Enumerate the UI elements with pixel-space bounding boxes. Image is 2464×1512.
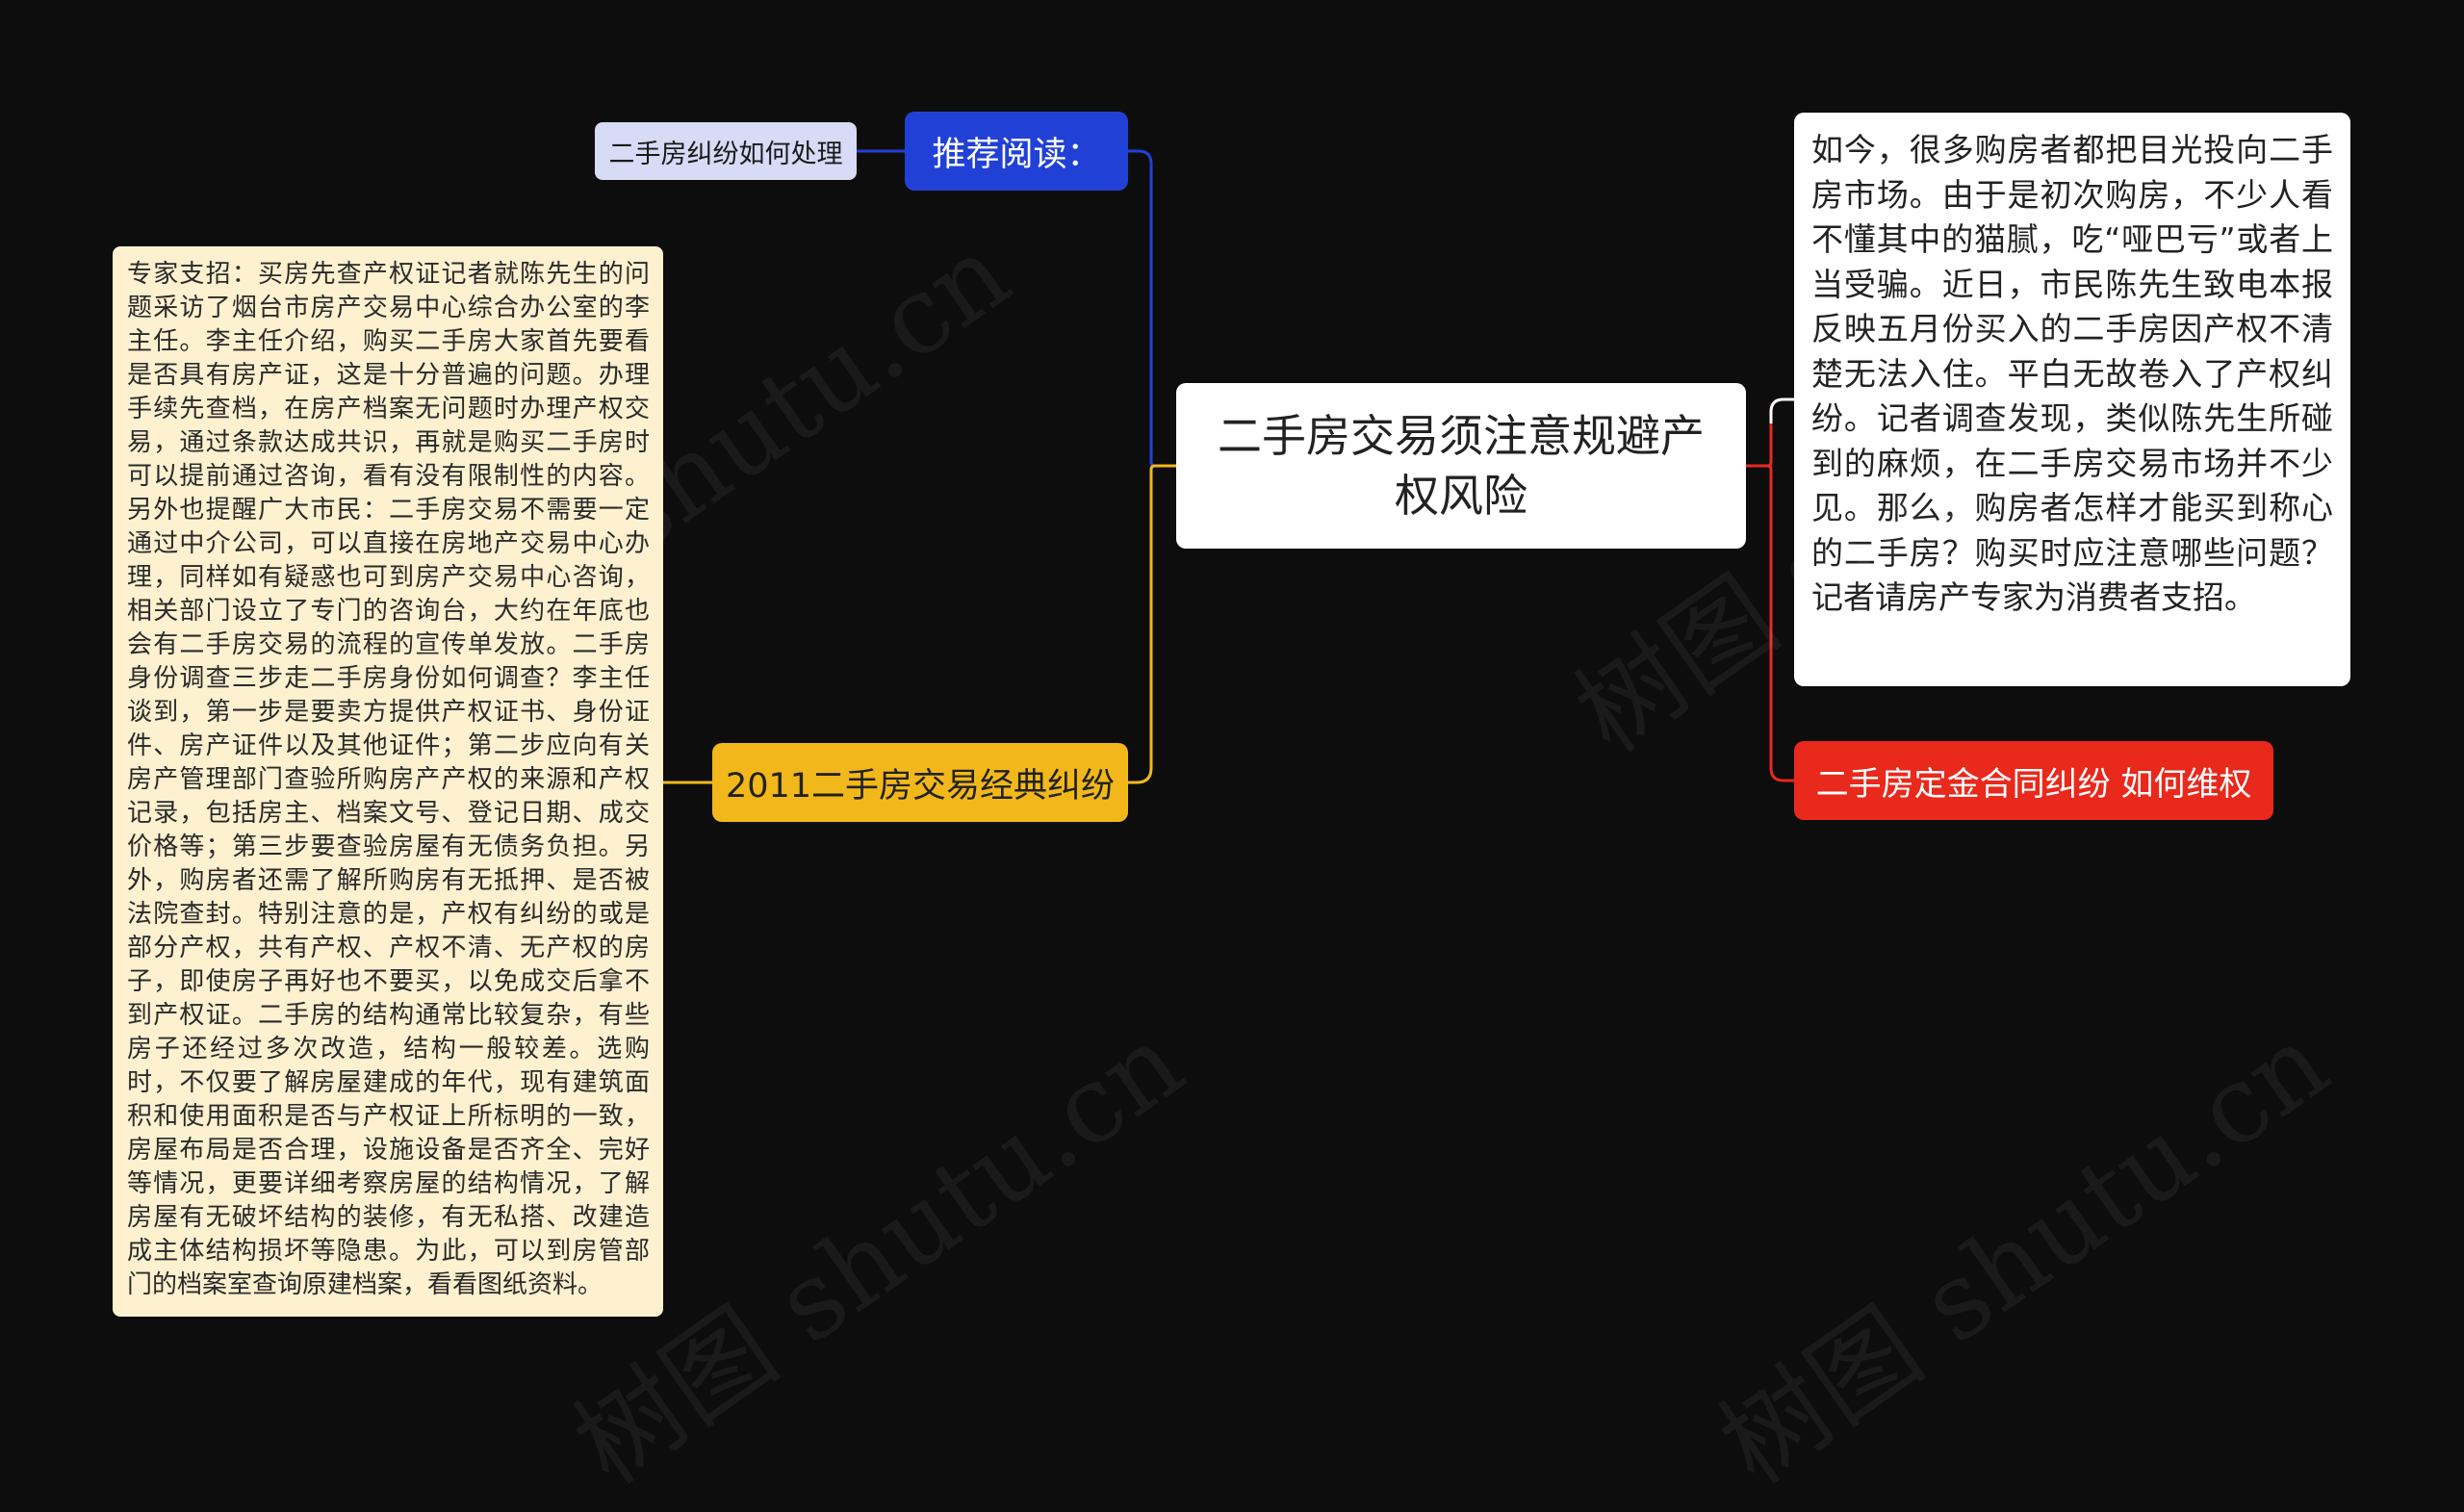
link-root-classic xyxy=(1128,464,1176,784)
recommend-item-label: 二手房纠纷如何处理 xyxy=(608,139,843,169)
expert-advice-text: 专家支招：买房先查产权证记者就陈先生的问题采访了烟台市房产交易中心综合办公室的李… xyxy=(127,260,650,1299)
link-root-recommend xyxy=(1128,149,1176,468)
expert-advice-note: 专家支招：买房先查产权证记者就陈先生的问题采访了烟台市房产交易中心综合办公室的李… xyxy=(113,246,663,1317)
deposit-label: 二手房定金合同纠纷 如何维权 xyxy=(1815,764,2252,804)
mindmap-canvas: 二手房交易须注意规避产权风险 推荐阅读： 二手房纠纷如何处理 2011二手房交易… xyxy=(0,0,2464,1507)
link-root-deposit xyxy=(1746,464,1794,782)
root-title: 二手房交易须注意规避产权风险 xyxy=(1218,410,1705,522)
root-topic[interactable]: 二手房交易须注意规避产权风险 xyxy=(1176,383,1746,549)
branch-deposit-dispute[interactable]: 二手房定金合同纠纷 如何维权 xyxy=(1794,741,2273,820)
recommend-item-dispute-handling[interactable]: 二手房纠纷如何处理 xyxy=(595,122,857,180)
branch-classic-disputes[interactable]: 2011二手房交易经典纠纷 xyxy=(712,743,1128,822)
branch-recommend-reading[interactable]: 推荐阅读： xyxy=(905,112,1128,191)
classic-label: 2011二手房交易经典纠纷 xyxy=(725,766,1116,806)
intro-text: 如今，很多购房者都把目光投向二手房市场。由于是初次购房，不少人看不懂其中的猫腻，… xyxy=(1811,131,2333,616)
link-root-intro-white xyxy=(1769,397,1794,423)
recommend-label: 推荐阅读： xyxy=(932,135,1101,174)
intro-note: 如今，很多购房者都把目光投向二手房市场。由于是初次购房，不少人看不懂其中的猫腻，… xyxy=(1794,113,2350,686)
